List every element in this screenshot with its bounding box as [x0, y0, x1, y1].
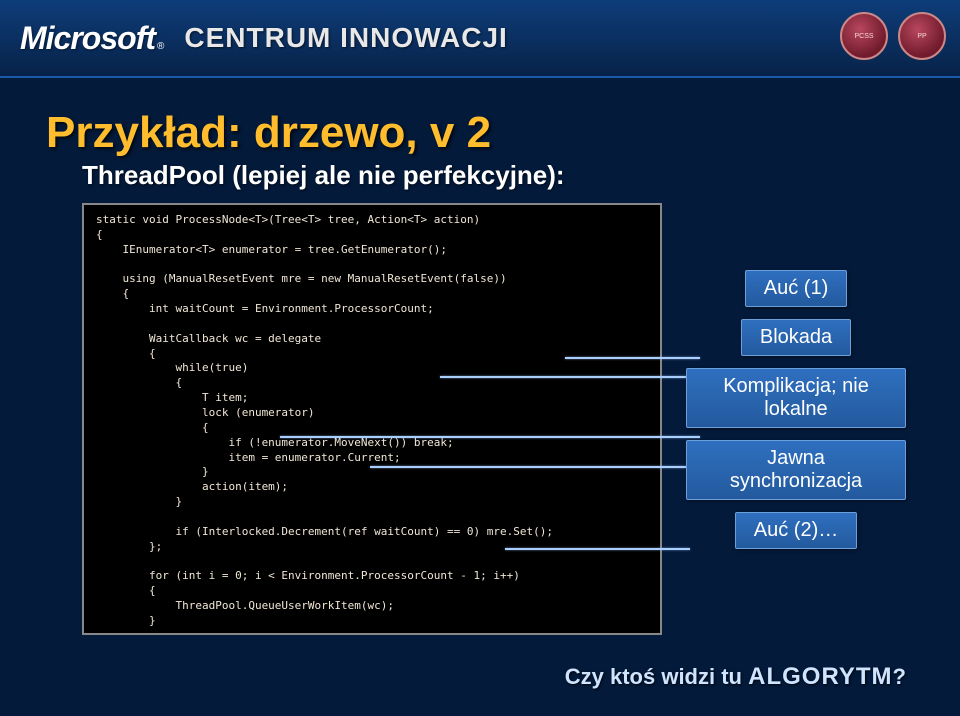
slide-title: Przykład: drzewo, v 2	[46, 108, 914, 158]
question-big: ALGORYTM	[748, 663, 892, 690]
connector-line	[565, 357, 700, 359]
callout-complication: Komplikacja; nie lokalne	[686, 368, 906, 428]
code-block: static void ProcessNode<T>(Tree<T> tree,…	[82, 203, 662, 635]
logo-text: Microsoft	[20, 20, 155, 57]
connector-line	[505, 548, 690, 550]
logo-registered: ®	[157, 41, 164, 52]
question-suffix: ?	[893, 664, 906, 689]
seal-icon: PP	[898, 12, 946, 60]
question-prefix: Czy ktoś widzi tu	[565, 664, 748, 689]
question-text: Czy ktoś widzi tu ALGORYTM?	[565, 663, 906, 691]
centrum-title: CENTRUM INNOWACJI	[184, 22, 507, 54]
microsoft-logo: Microsoft ®	[20, 20, 164, 57]
connector-line	[280, 436, 700, 438]
slide-subtitle: ThreadPool (lepiej ale nie perfekcyjne):	[82, 160, 914, 191]
callout-pain-2: Auć (2)…	[735, 512, 857, 549]
seal-icon: PCSS	[840, 12, 888, 60]
callout-lock: Blokada	[741, 319, 851, 356]
connector-line	[440, 376, 700, 378]
callout-pain-1: Auć (1)	[745, 270, 847, 307]
partner-logos: PCSS PP	[840, 12, 946, 60]
connector-line	[370, 466, 700, 468]
header-bar: Microsoft ® CENTRUM INNOWACJI PCSS PP	[0, 0, 960, 78]
callout-sync: Jawna synchronizacja	[686, 440, 906, 500]
slide-body: Przykład: drzewo, v 2 ThreadPool (lepiej…	[0, 78, 960, 655]
callouts-column: Auć (1) Blokada Komplikacja; nie lokalne…	[686, 270, 906, 549]
